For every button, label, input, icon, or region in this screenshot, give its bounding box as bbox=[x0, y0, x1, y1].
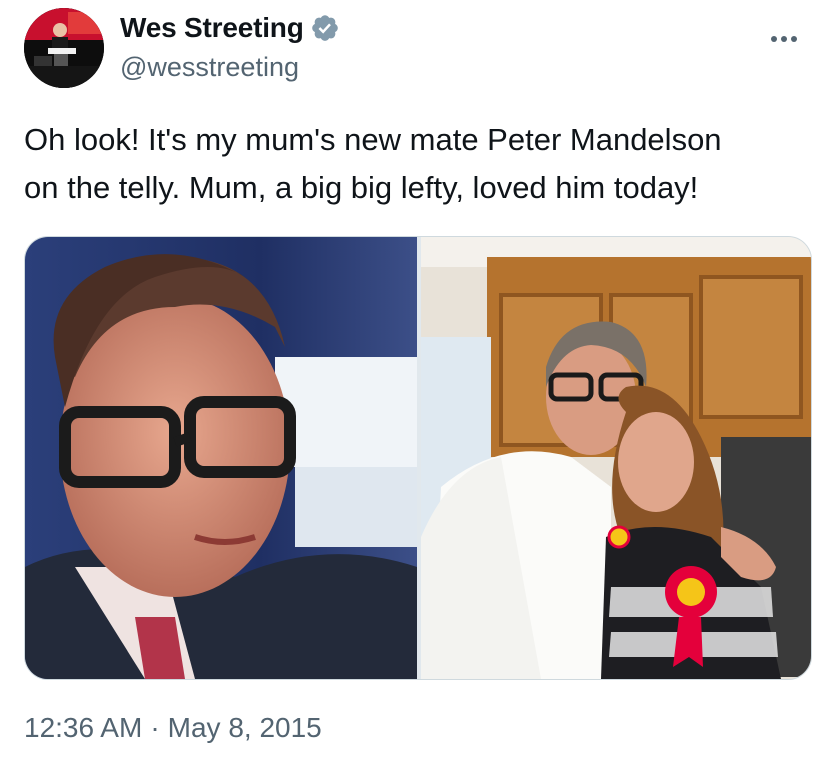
verified-badge-icon bbox=[310, 13, 340, 43]
author-block: Wes Streeting @wesstreeting bbox=[120, 10, 340, 83]
avatar[interactable] bbox=[24, 8, 104, 88]
avatar-photo-icon bbox=[24, 8, 104, 88]
date-link[interactable]: May 8, 2015 bbox=[168, 712, 322, 744]
display-name[interactable]: Wes Streeting bbox=[120, 12, 304, 44]
time-link[interactable]: 12:36 AM bbox=[24, 712, 142, 744]
tweet-card: Wes Streeting @wesstreeting Oh look! It'… bbox=[0, 0, 838, 780]
more-dot-icon bbox=[791, 36, 797, 42]
tweet-timestamp: 12:36 AM · May 8, 2015 bbox=[24, 712, 322, 744]
timestamp-separator: · bbox=[150, 712, 160, 743]
more-options-button[interactable] bbox=[764, 24, 804, 54]
tweet-text-line: on the telly. Mum, a big big lefty, love… bbox=[24, 170, 699, 205]
media-grid bbox=[24, 236, 812, 680]
handle[interactable]: @wesstreeting bbox=[120, 52, 340, 83]
tweet-text: Oh look! It's my mum's new mate Peter Ma… bbox=[24, 116, 814, 212]
photo-man-and-woman-kitchen-icon bbox=[421, 237, 811, 679]
display-name-row: Wes Streeting bbox=[120, 10, 340, 46]
photo-man-glasses-on-tv-icon bbox=[25, 237, 417, 679]
tweet-text-line: Oh look! It's my mum's new mate Peter Ma… bbox=[24, 122, 722, 157]
media-photo-1[interactable] bbox=[25, 237, 417, 679]
more-dot-icon bbox=[781, 36, 787, 42]
more-dot-icon bbox=[771, 36, 777, 42]
media-photo-2[interactable] bbox=[421, 237, 811, 679]
